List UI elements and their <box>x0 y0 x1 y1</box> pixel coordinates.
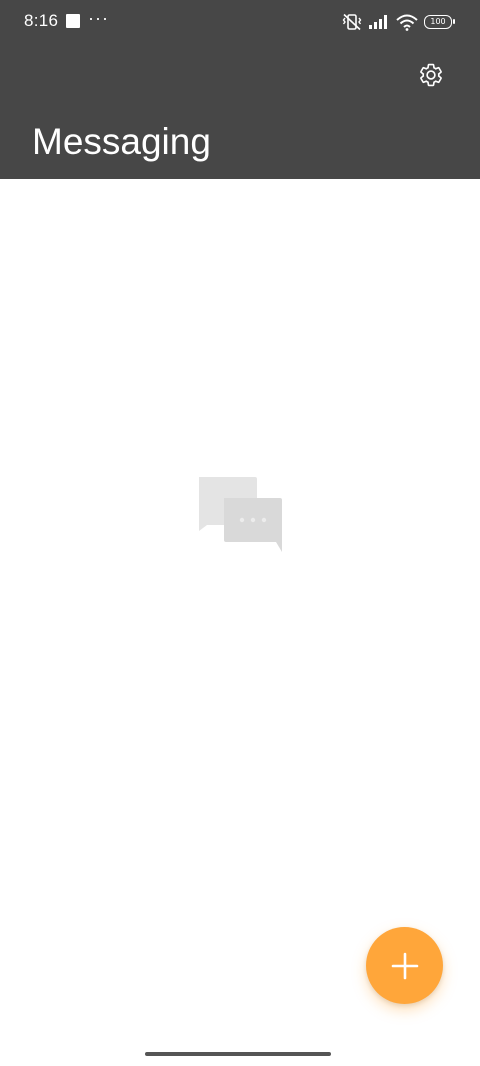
new-conversation-button[interactable] <box>366 927 443 1004</box>
plus-icon <box>391 952 419 980</box>
app-bar: 8:16 ··· 100 Messaging <box>0 0 480 179</box>
chat-bubbles-icon <box>196 476 284 559</box>
signal-icon <box>368 14 390 30</box>
page-title: Messaging <box>32 121 211 162</box>
more-dots-icon: ··· <box>88 8 109 28</box>
status-time: 8:16 <box>24 11 59 30</box>
empty-state <box>196 476 284 554</box>
messaging-screen: 8:16 ··· 100 Messaging <box>0 0 480 1066</box>
battery-level: 100 <box>430 17 446 26</box>
settings-button[interactable] <box>414 58 448 92</box>
vibrate-off-icon <box>342 13 362 31</box>
battery-icon: 100 <box>424 15 455 29</box>
gear-icon <box>418 62 444 88</box>
wifi-icon <box>396 14 418 31</box>
stop-square-icon <box>66 14 80 28</box>
gesture-navigation-bar[interactable] <box>145 1052 331 1056</box>
status-icons: 100 <box>342 10 455 34</box>
status-bar: 8:16 ··· 100 <box>0 0 480 44</box>
